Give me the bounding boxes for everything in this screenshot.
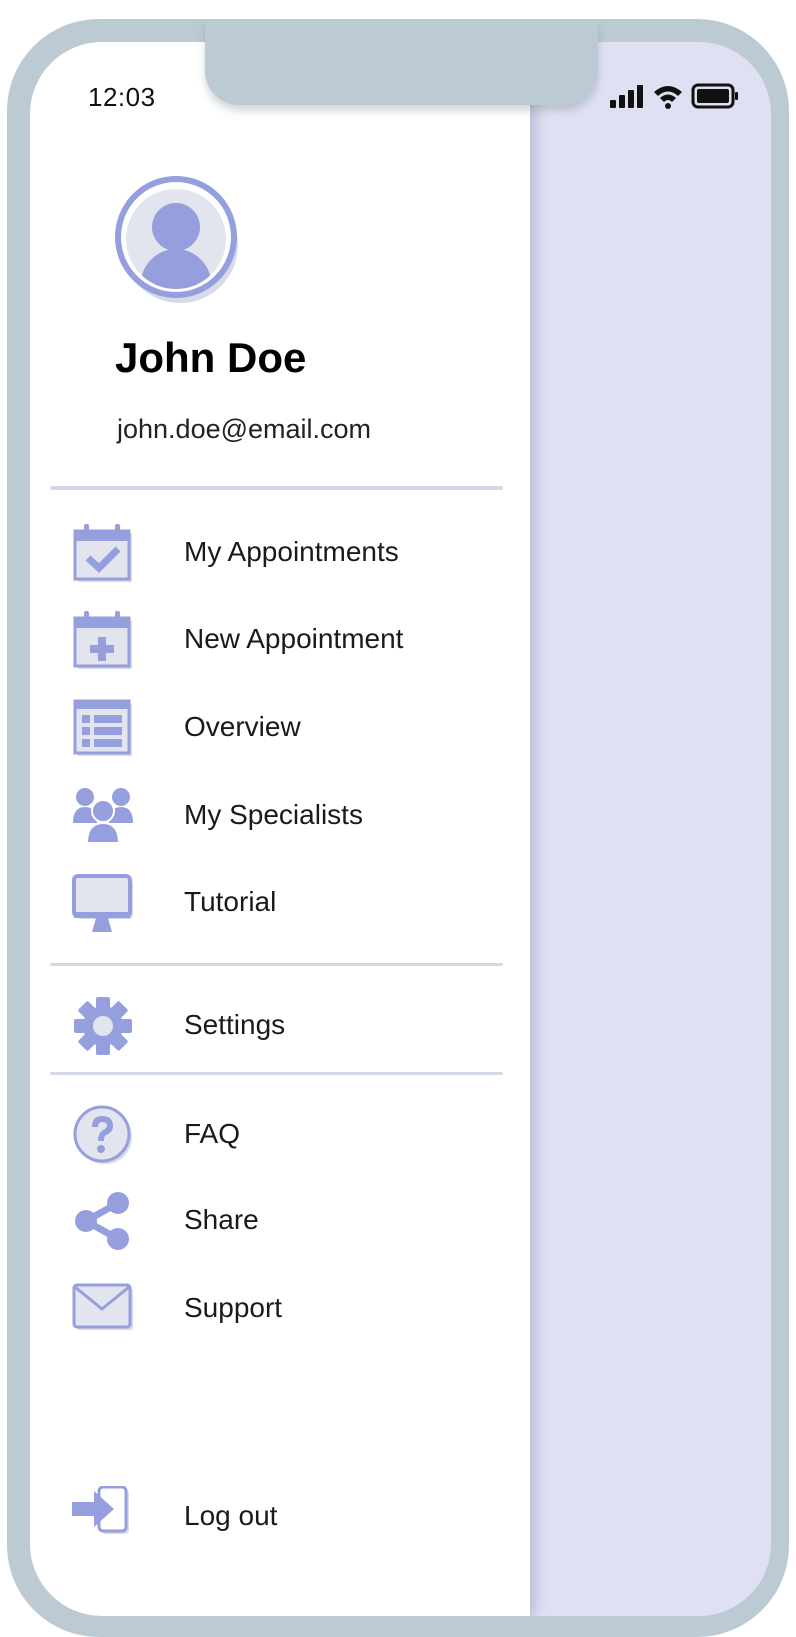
menu-item-label: Support bbox=[184, 1292, 283, 1323]
menu-item-tutorial[interactable]: Tutorial bbox=[70, 872, 510, 942]
calendar-check-icon bbox=[72, 522, 134, 584]
monitor-icon bbox=[72, 872, 134, 934]
menu-item-label: Overview bbox=[184, 711, 301, 742]
list-icon bbox=[72, 697, 134, 759]
menu-item-label: Share bbox=[184, 1204, 259, 1235]
menu-item-label: FAQ bbox=[184, 1118, 241, 1149]
user-email: john.doe@email.com bbox=[117, 414, 372, 444]
menu-item-share[interactable]: Share bbox=[70, 1190, 510, 1260]
signal-icon bbox=[610, 85, 643, 108]
profile-divider bbox=[50, 486, 503, 490]
user-avatar-icon[interactable] bbox=[114, 175, 246, 307]
battery-icon bbox=[691, 83, 738, 109]
status-icons bbox=[610, 82, 745, 112]
question-icon bbox=[72, 1104, 134, 1166]
menu-item-label: Log out bbox=[184, 1500, 278, 1531]
menu-item-label: New Appointment bbox=[184, 623, 404, 654]
menu-item-label: Tutorial bbox=[184, 886, 277, 917]
phone-notch bbox=[205, 19, 598, 105]
menu-item-new-appointment[interactable]: New Appointment bbox=[70, 609, 510, 679]
menu-item-label: My Appointments bbox=[184, 536, 399, 567]
menu-item-my-appointments[interactable]: My Appointments bbox=[70, 522, 510, 592]
menu-item-faq[interactable]: FAQ bbox=[70, 1104, 510, 1174]
menu-item-overview[interactable]: Overview bbox=[70, 697, 510, 767]
people-icon bbox=[72, 785, 134, 847]
user-name: John Doe bbox=[115, 334, 307, 381]
menu-divider bbox=[50, 1072, 503, 1075]
logout-icon bbox=[72, 1486, 134, 1548]
status-time: 12:03 bbox=[88, 82, 156, 112]
calendar-plus-icon bbox=[72, 609, 134, 671]
gear-icon bbox=[72, 995, 134, 1057]
wifi-icon bbox=[654, 86, 682, 109]
menu-divider bbox=[50, 963, 503, 966]
menu-item-my-specialists[interactable]: My Specialists bbox=[70, 785, 510, 855]
menu-item-support[interactable]: Support bbox=[70, 1278, 510, 1348]
share-icon bbox=[72, 1190, 134, 1252]
menu-item-logout[interactable]: Log out bbox=[70, 1486, 510, 1556]
menu-item-label: My Specialists bbox=[184, 799, 363, 830]
menu-item-label: Settings bbox=[184, 1009, 286, 1040]
mail-icon bbox=[72, 1278, 134, 1340]
menu-item-settings[interactable]: Settings bbox=[70, 995, 510, 1065]
